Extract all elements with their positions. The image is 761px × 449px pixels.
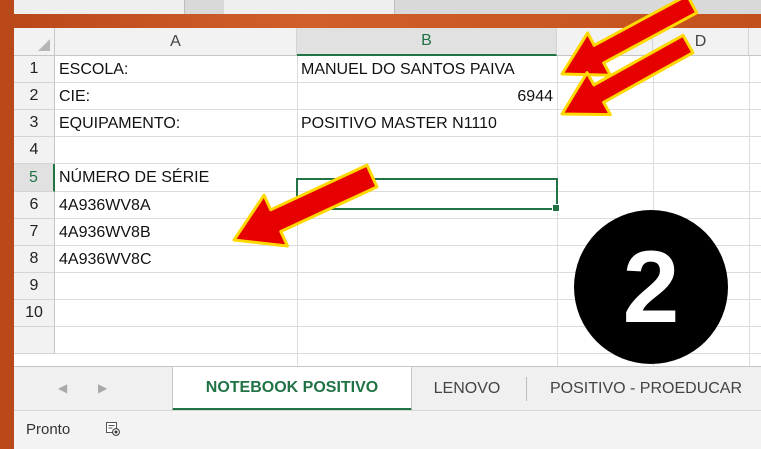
arrow-pointer-icon [232, 163, 379, 248]
step-number-badge: 2 [574, 210, 728, 364]
step-number: 2 [622, 230, 680, 344]
